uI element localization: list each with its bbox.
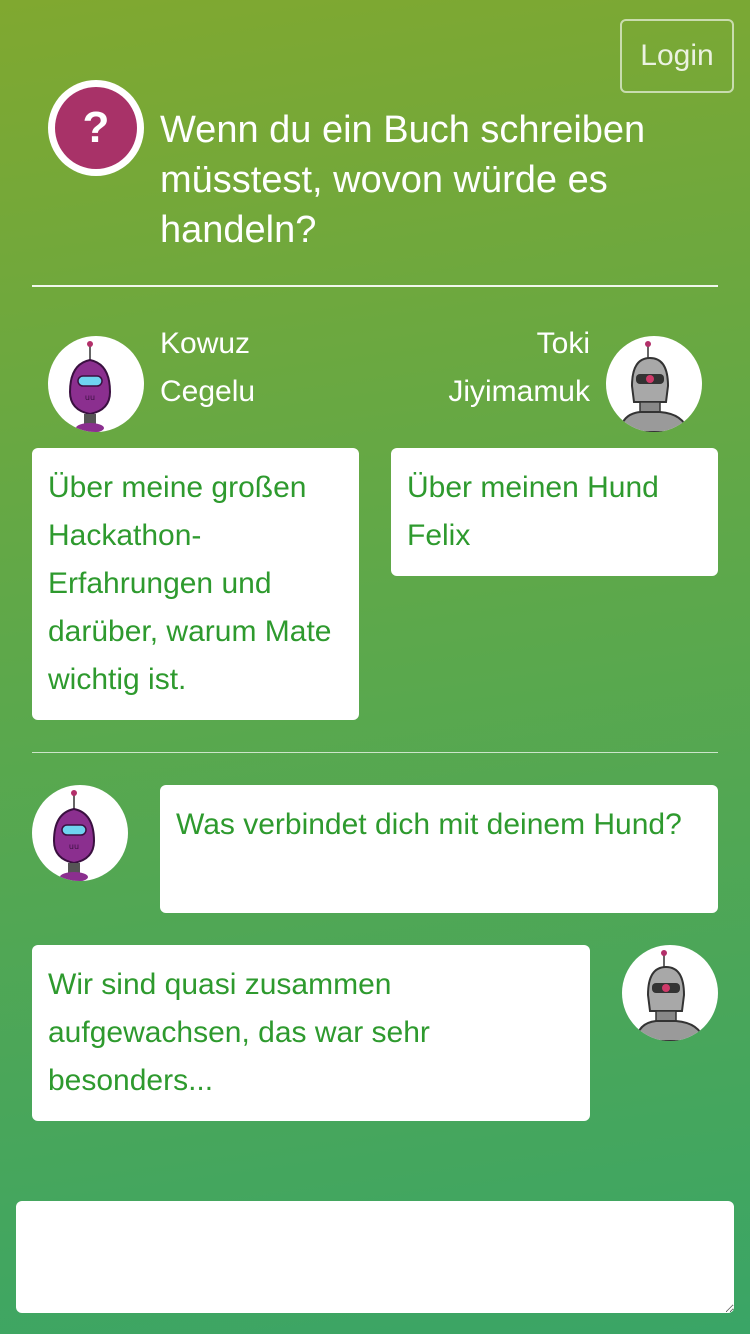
question-divider [32, 285, 718, 287]
question-glyph: ? [55, 87, 137, 169]
chat-message: Was verbindet dich mit deinem Hund? [160, 785, 718, 913]
message-input[interactable] [16, 1201, 734, 1313]
answer-card-player1: Über meine großen Hackathon-Erfahrungen … [32, 448, 359, 720]
player2-last-name: Jiyimamuk [448, 375, 590, 408]
purple-robot-avatar: uu [32, 785, 128, 881]
question-mark-icon: ? [48, 80, 144, 176]
player2-first-name: Toki [536, 327, 590, 360]
answer-card-player2: Über meinen Hund Felix [391, 448, 718, 576]
chat-message: Wir sind quasi zusammen aufgewachsen, da… [32, 945, 590, 1121]
player1-last-name: Cegelu [160, 375, 256, 408]
purple-robot-avatar: uu [48, 336, 144, 432]
question-text: Wenn du ein Buch schreiben müsstest, wov… [160, 109, 646, 251]
svg-text:uu: uu [85, 393, 95, 402]
grey-robot-avatar [606, 336, 702, 432]
login-button[interactable]: Login [620, 19, 734, 93]
grey-robot-avatar [622, 945, 718, 1041]
svg-text:uu: uu [69, 842, 79, 851]
answers-divider [32, 752, 718, 753]
player1-first-name: Kowuz [160, 327, 251, 360]
